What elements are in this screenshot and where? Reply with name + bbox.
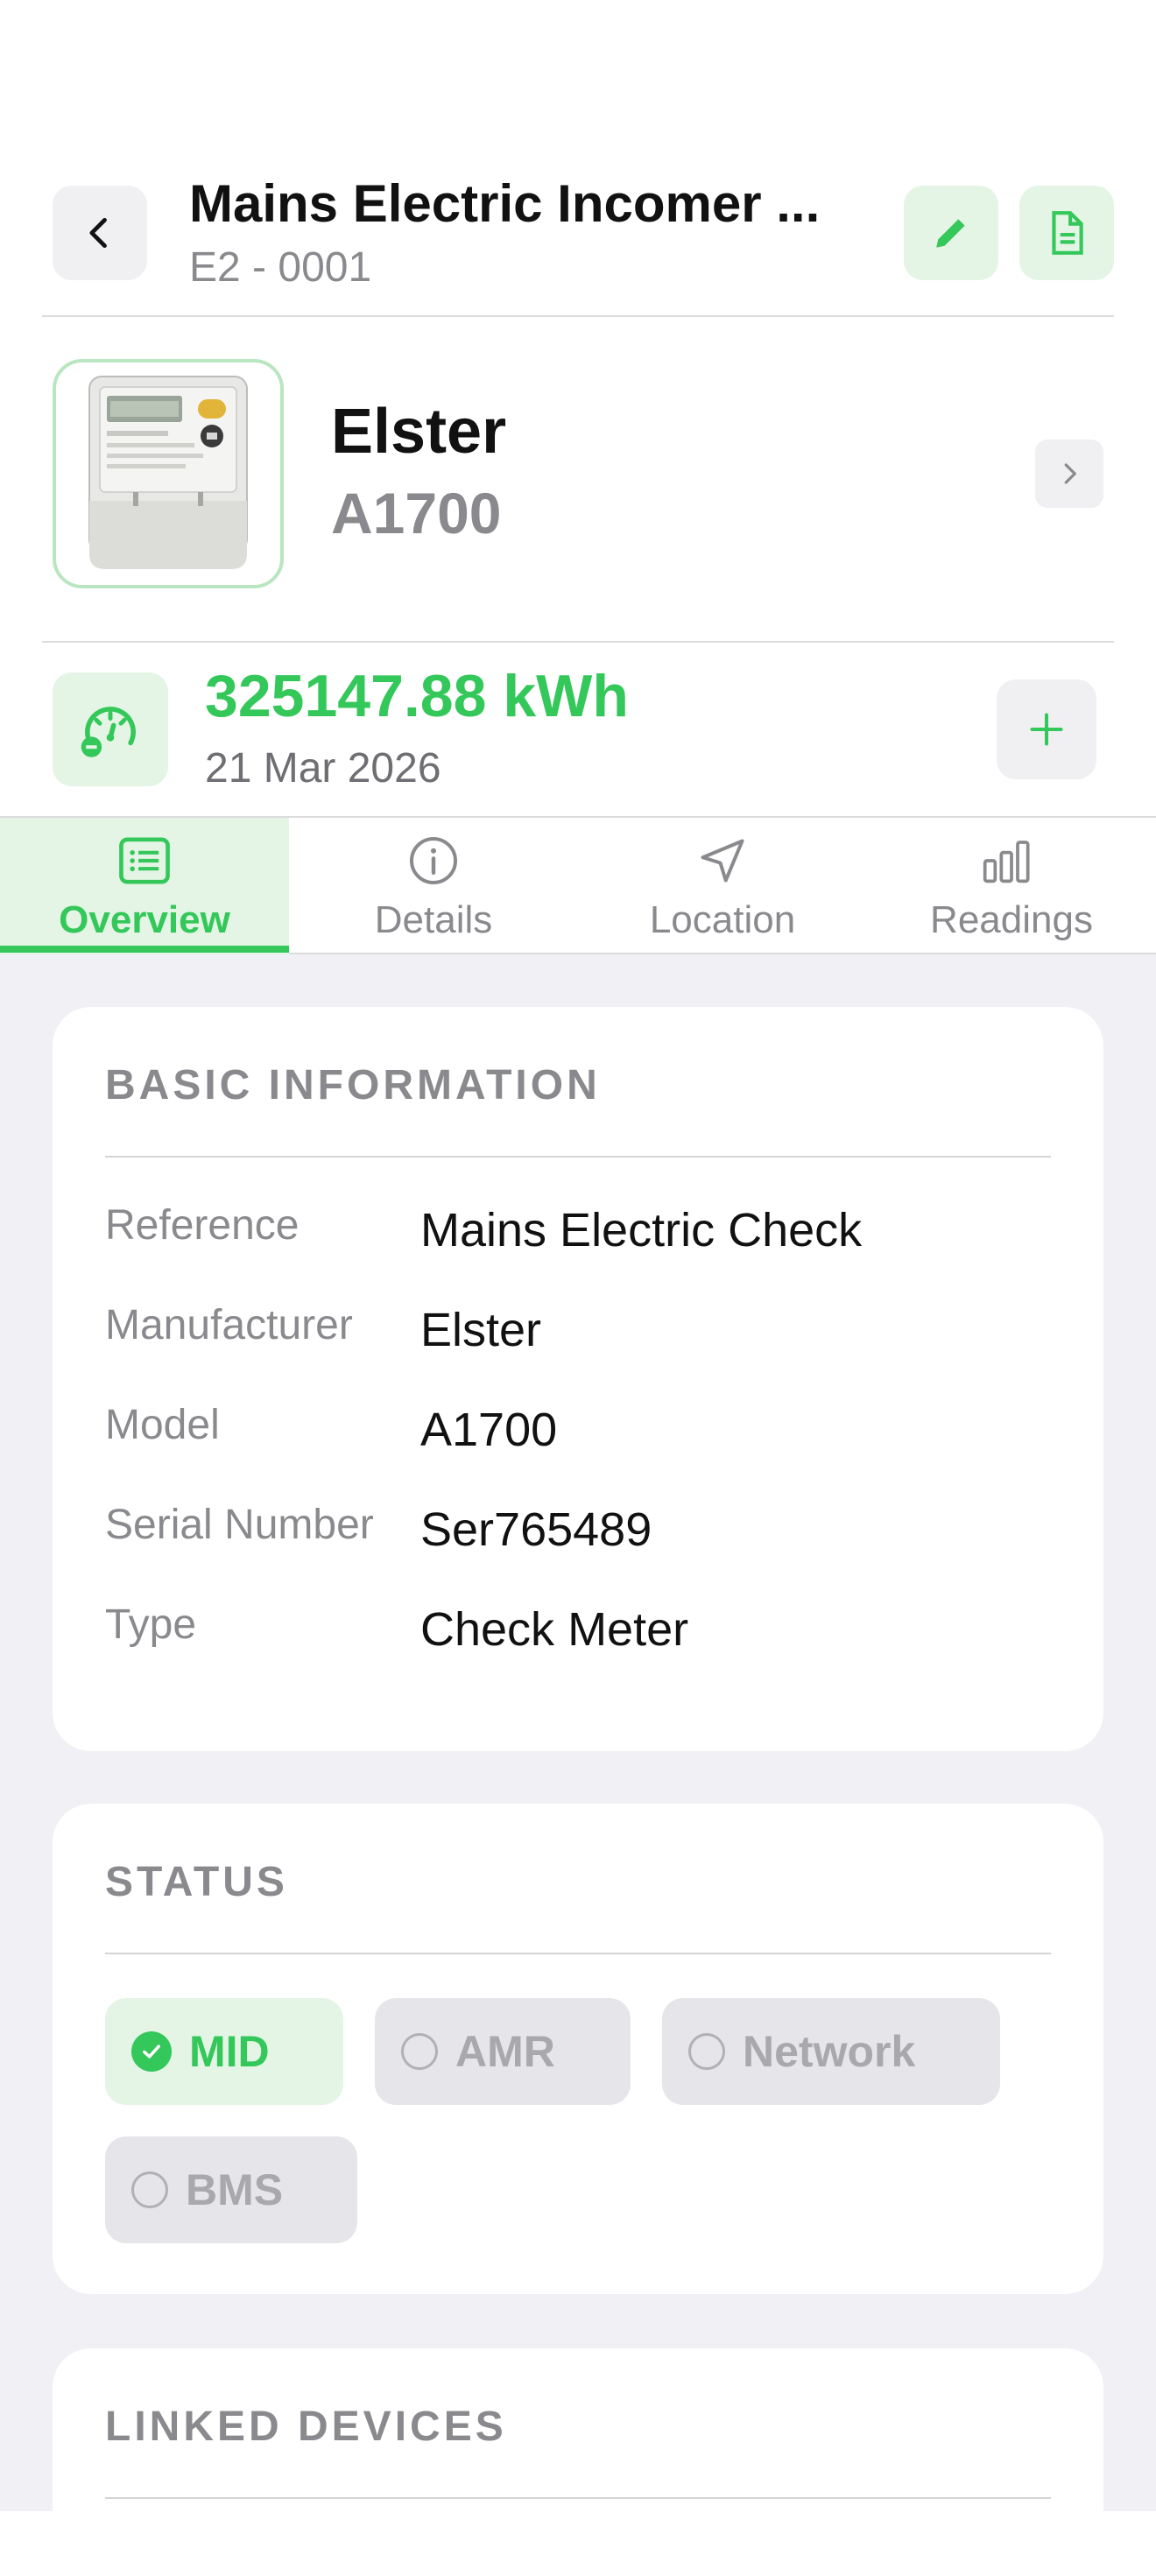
serial-number-value: Ser765489 <box>420 1503 652 1556</box>
empty-circle-icon <box>401 2033 438 2070</box>
tab-readings[interactable]: Readings <box>867 818 1156 954</box>
card-divider <box>105 1953 1051 1954</box>
active-tab-indicator <box>0 946 289 953</box>
latest-reading-badge <box>53 672 168 786</box>
device-manufacturer: Elster <box>331 397 507 467</box>
checkmark-circle-icon <box>131 2031 172 2072</box>
card-divider <box>105 1156 1051 1158</box>
field-label: Type <box>105 1601 197 1648</box>
linked-devices-card: LINKED DEVICES <box>53 2348 1103 2576</box>
chevron-right-icon <box>1064 463 1076 484</box>
reference-value: Mains Electric Check <box>420 1204 863 1256</box>
meter-photo[interactable] <box>53 359 284 588</box>
latest-reading-date: 21 Mar 2026 <box>205 745 441 792</box>
device-divider <box>42 641 1114 643</box>
document-icon <box>1052 211 1083 255</box>
latest-reading-value: 325147.88 kWh <box>205 663 629 729</box>
gauge-icon <box>81 707 136 757</box>
empty-circle-icon <box>688 2033 725 2070</box>
meter-code: E2 - 0001 <box>189 244 372 291</box>
basic-information-card: BASIC INFORMATION Reference Mains Electr… <box>53 1007 1103 1751</box>
model-value: A1700 <box>420 1404 558 1456</box>
add-reading-button[interactable] <box>997 679 1096 779</box>
field-label: Reference <box>105 1202 300 1249</box>
location-arrow-icon <box>701 839 744 883</box>
tab-label: Details <box>374 898 493 941</box>
list-icon <box>119 837 170 884</box>
card-divider <box>105 2497 1051 2499</box>
tab-label: Location <box>649 898 796 941</box>
tab-details[interactable]: Details <box>289 818 578 954</box>
field-label: Manufacturer <box>105 1302 353 1348</box>
chip-label: AMR <box>455 2027 555 2076</box>
card-title: LINKED DEVICES <box>105 2404 507 2450</box>
status-chip-bms[interactable]: BMS <box>105 2136 357 2243</box>
tab-label: Readings <box>930 898 1093 941</box>
tab-overview[interactable]: Overview <box>0 818 289 954</box>
header-divider <box>42 315 1114 317</box>
pencil-icon <box>936 219 965 248</box>
meter-device-image <box>88 376 248 569</box>
status-chip-network[interactable]: Network <box>662 1998 1000 2105</box>
chip-label: BMS <box>186 2165 284 2214</box>
tab-location[interactable]: Location <box>578 818 867 954</box>
back-button[interactable] <box>53 186 147 280</box>
document-button[interactable] <box>1019 186 1114 280</box>
chevron-left-icon <box>89 217 107 249</box>
type-value: Check Meter <box>420 1603 689 1656</box>
tab-bar: Overview Details Location Readings <box>0 816 1156 954</box>
device-detail-button[interactable] <box>1035 440 1103 508</box>
tab-label: Overview <box>59 898 230 941</box>
info-icon <box>410 837 457 884</box>
status-chip-amr[interactable]: AMR <box>375 1998 631 2105</box>
status-card: STATUS MID AMR Network BMS <box>53 1804 1103 2294</box>
edit-button[interactable] <box>904 186 998 280</box>
device-model: A1700 <box>331 481 502 545</box>
empty-circle-icon <box>131 2171 168 2208</box>
chip-label: Network <box>743 2027 916 2076</box>
manufacturer-value: Elster <box>420 1304 542 1356</box>
bar-chart-icon <box>983 841 1030 883</box>
plus-icon <box>1030 713 1063 746</box>
card-title: STATUS <box>105 1859 288 1905</box>
status-chip-mid[interactable]: MID <box>105 1998 343 2105</box>
chip-label: MID <box>189 2027 270 2076</box>
page-title: Mains Electric Incomer ... <box>189 174 821 233</box>
field-label: Model <box>105 1402 220 1448</box>
card-title: BASIC INFORMATION <box>105 1062 601 1109</box>
field-label: Serial Number <box>105 1502 374 1548</box>
